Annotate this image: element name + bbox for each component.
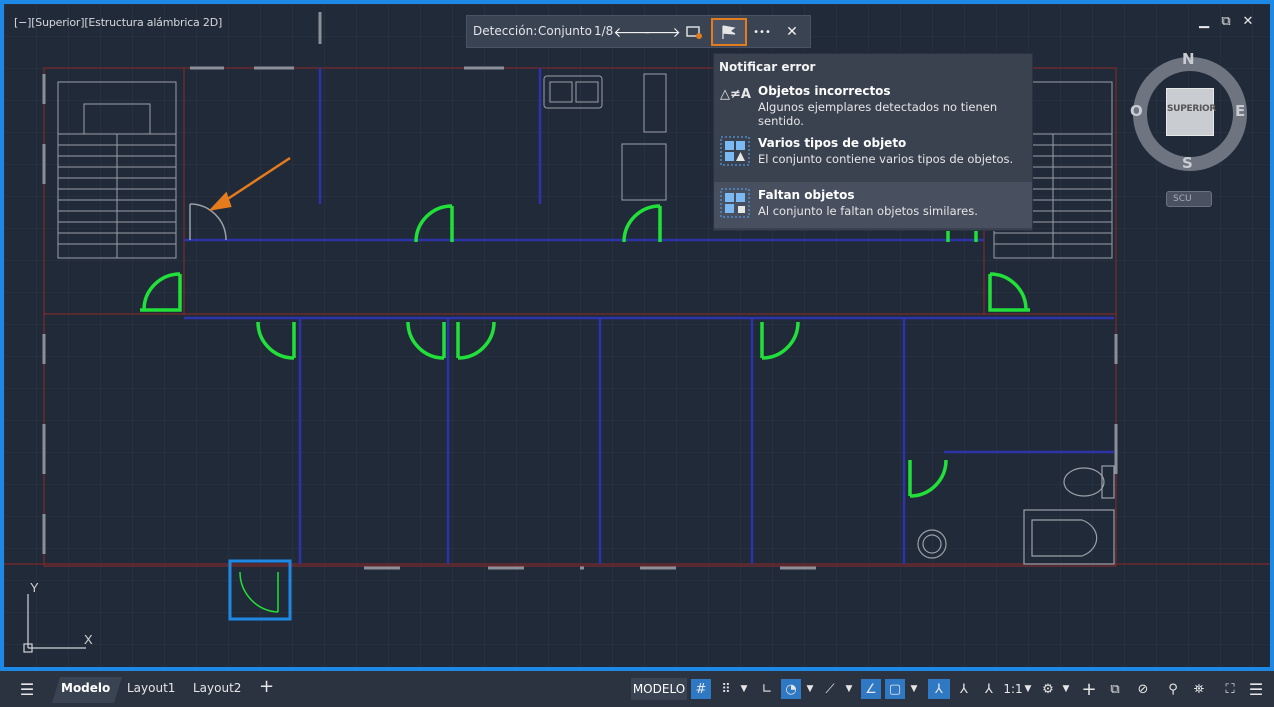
snap-dropdown-icon[interactable]: ▼ <box>739 679 749 699</box>
restore-icon[interactable]: ⧉ <box>1218 14 1234 29</box>
scale-dropdown-icon[interactable]: ▼ <box>1023 679 1033 699</box>
ucs-menu-button[interactable]: SCU <box>1166 191 1212 207</box>
customize-icon[interactable]: ☰ <box>1246 679 1266 699</box>
model-space-button[interactable]: MODELO <box>631 678 687 700</box>
set-counter: 1/8 <box>594 24 614 38</box>
auto-scale-icon[interactable]: ⅄ <box>953 679 975 699</box>
compass-east[interactable]: E <box>1235 102 1245 120</box>
isolate-objects-icon[interactable]: ⊘ <box>1133 679 1153 699</box>
snap-mode-icon[interactable]: ⠿ <box>716 679 736 699</box>
ucs-menu-label: SCU <box>1173 194 1192 204</box>
set-label: Conjunto <box>538 24 592 38</box>
gear-icon[interactable]: ⚙ <box>1038 679 1058 699</box>
status-bar: ☰ Modelo Layout1 Layout2 + MODELO # ⠿ ▼ … <box>0 671 1274 707</box>
object-snap-tracking-icon[interactable]: ∠ <box>861 679 881 699</box>
close-viewport-icon[interactable]: ✕ <box>1240 14 1256 29</box>
close-detection-button[interactable]: ✕ <box>779 20 805 44</box>
previous-set-button[interactable]: 🡐 <box>613 20 651 44</box>
ellipsis-icon: ••• <box>753 26 771 38</box>
tab-layout1[interactable]: Layout1 <box>127 681 175 695</box>
arrow-right-icon: 🡒 <box>643 24 681 41</box>
menu-item-heading: Varios tipos de objeto <box>758 136 907 150</box>
floor-plan-drawing[interactable]: Y X <box>4 4 1270 667</box>
isodraft-dropdown-icon[interactable]: ▼ <box>844 679 854 699</box>
add-icon[interactable]: + <box>1079 679 1099 700</box>
compass-west[interactable]: O <box>1130 102 1143 120</box>
menu-item-heading: Objetos incorrectos <box>758 84 891 98</box>
report-error-menu: Notificar error △≠A Objetos incorrectos … <box>713 53 1033 231</box>
not-equal-icon: △≠A <box>720 87 751 102</box>
object-snap-icon[interactable]: ▢ <box>885 679 905 699</box>
missing-objects-icon <box>720 188 750 218</box>
report-error-button[interactable] <box>711 18 747 46</box>
ucs-y-label: Y <box>30 580 39 595</box>
quick-properties-icon[interactable]: ⧉ <box>1105 679 1125 699</box>
grid-toggle-icon[interactable]: # <box>691 679 711 699</box>
search-icon[interactable]: ⚲ <box>1163 679 1183 699</box>
polar-tracking-icon[interactable]: ◔ <box>781 679 801 699</box>
replace-block-icon <box>686 26 702 39</box>
clean-screen-icon[interactable]: ⛯ <box>1189 679 1209 699</box>
hamburger-menu-icon[interactable]: ☰ <box>16 679 38 699</box>
workspace-dropdown-icon[interactable]: ▼ <box>1061 679 1071 699</box>
menu-item-multiple-types[interactable]: Varios tipos de objeto El conjunto conti… <box>714 130 1032 176</box>
viewport-label[interactable]: [−][Superior][Estructura alámbrica 2D] <box>14 16 222 29</box>
next-set-button[interactable]: 🡒 <box>643 20 681 44</box>
navcube-face[interactable]: SUPERIOR <box>1166 88 1216 136</box>
menu-item-desc: Algunos ejemplares detectados no tienen … <box>758 100 998 128</box>
detection-label: Detección: <box>473 24 538 38</box>
annotation-scale-icon[interactable]: ⅄ <box>978 679 1000 699</box>
more-options-button[interactable]: ••• <box>749 20 775 44</box>
polar-dropdown-icon[interactable]: ▼ <box>805 679 815 699</box>
ortho-mode-icon[interactable]: ∟ <box>757 679 777 699</box>
menu-title: Notificar error <box>719 60 816 74</box>
compass-south[interactable]: S <box>1182 154 1193 172</box>
ucs-x-label: X <box>84 632 93 647</box>
annotation-visibility-icon[interactable]: ⅄ <box>928 679 950 699</box>
isodraft-icon[interactable]: ⟋ <box>820 679 840 699</box>
detection-toolbar: Detección: Conjunto 1/8 🡐 🡒 ••• ✕ <box>466 15 811 48</box>
osnap-dropdown-icon[interactable]: ▼ <box>909 679 919 699</box>
navcube-face-label: SUPERIOR <box>1167 104 1216 114</box>
flag-icon <box>722 25 736 39</box>
fullscreen-icon[interactable]: ⛶ <box>1220 679 1240 699</box>
tab-modelo[interactable]: Modelo <box>61 681 110 695</box>
add-layout-button[interactable]: + <box>259 676 274 697</box>
tab-layout2[interactable]: Layout2 <box>193 681 241 695</box>
menu-item-heading: Faltan objetos <box>758 188 855 202</box>
menu-item-incorrect-objects[interactable]: △≠A Objetos incorrectos Algunos ejemplar… <box>714 78 1032 128</box>
scale-value[interactable]: 1:1 <box>1003 679 1023 699</box>
menu-item-desc: Al conjunto le faltan objetos similares. <box>758 204 978 218</box>
convert-to-blocks-button[interactable] <box>681 20 707 44</box>
multiple-types-icon <box>720 136 750 166</box>
minimize-icon[interactable]: ▁ <box>1196 14 1212 29</box>
menu-item-desc: El conjunto contiene varios tipos de obj… <box>758 152 1014 166</box>
menu-item-missing-objects[interactable]: Faltan objetos Al conjunto le faltan obj… <box>714 182 1032 228</box>
drawing-viewport[interactable]: Y X [−][Superior][Estructura alámbrica 2… <box>0 0 1274 671</box>
compass-north[interactable]: N <box>1182 50 1195 68</box>
close-icon: ✕ <box>786 24 798 40</box>
